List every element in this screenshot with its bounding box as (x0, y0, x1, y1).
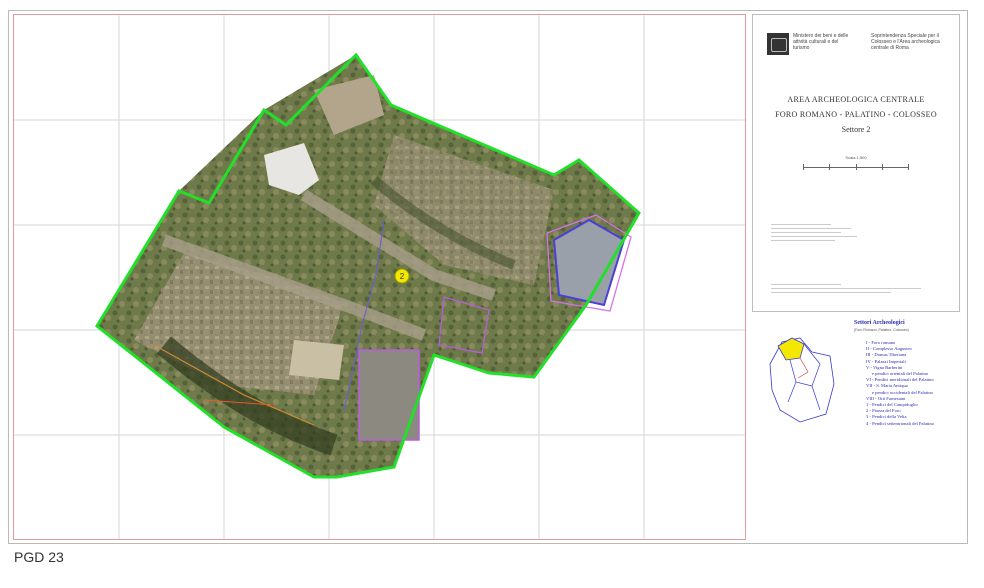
sectors-legend-title: Settori Archeologici (854, 320, 905, 326)
title-block: Ministero dei beni e delle attività cult… (752, 14, 960, 312)
title-line-3: Settore 2 (841, 125, 871, 134)
inset-map[interactable] (760, 324, 860, 434)
aerial-photo (97, 55, 639, 477)
title-line-2: FORO ROMANO - PALATINO - COLOSSEO (775, 110, 937, 119)
ministry-logo (767, 33, 789, 55)
aerial-map[interactable]: 2 (14, 15, 745, 539)
fine-print-credits (771, 221, 861, 244)
inset-highlight-sector (777, 337, 805, 361)
fine-print-footer (771, 281, 951, 296)
scale-label: Scala 1:500 (845, 155, 867, 160)
sectors-legend-panel: Settori Archeologici (Foro Romano, Palat… (752, 314, 958, 536)
sector-marker[interactable]: 2 (394, 268, 410, 284)
aerial-map-frame[interactable]: 2 (13, 14, 746, 540)
title-line-1: AREA ARCHEOLOGICA CENTRALE (787, 95, 925, 104)
sector-item: 4 - Pendici settentrionali del Palatino (866, 420, 934, 426)
scale-bar (803, 164, 909, 170)
ministry-text: Ministero dei beni e delle attività cult… (793, 33, 849, 51)
sectors-legend-subtitle: (Foro Romano, Palatino, Colosseo) (854, 328, 909, 332)
soprintendenza-text: Soprintendenza Speciale per il Colosseo … (871, 33, 940, 51)
sector-item: e pendici occidentali del Palatino (872, 389, 933, 395)
sector-marker-label: 2 (400, 272, 405, 281)
sectors-list: I - Foro romano II - Complesso Augusteo … (866, 340, 934, 427)
page-label: PGD 23 (14, 549, 64, 565)
